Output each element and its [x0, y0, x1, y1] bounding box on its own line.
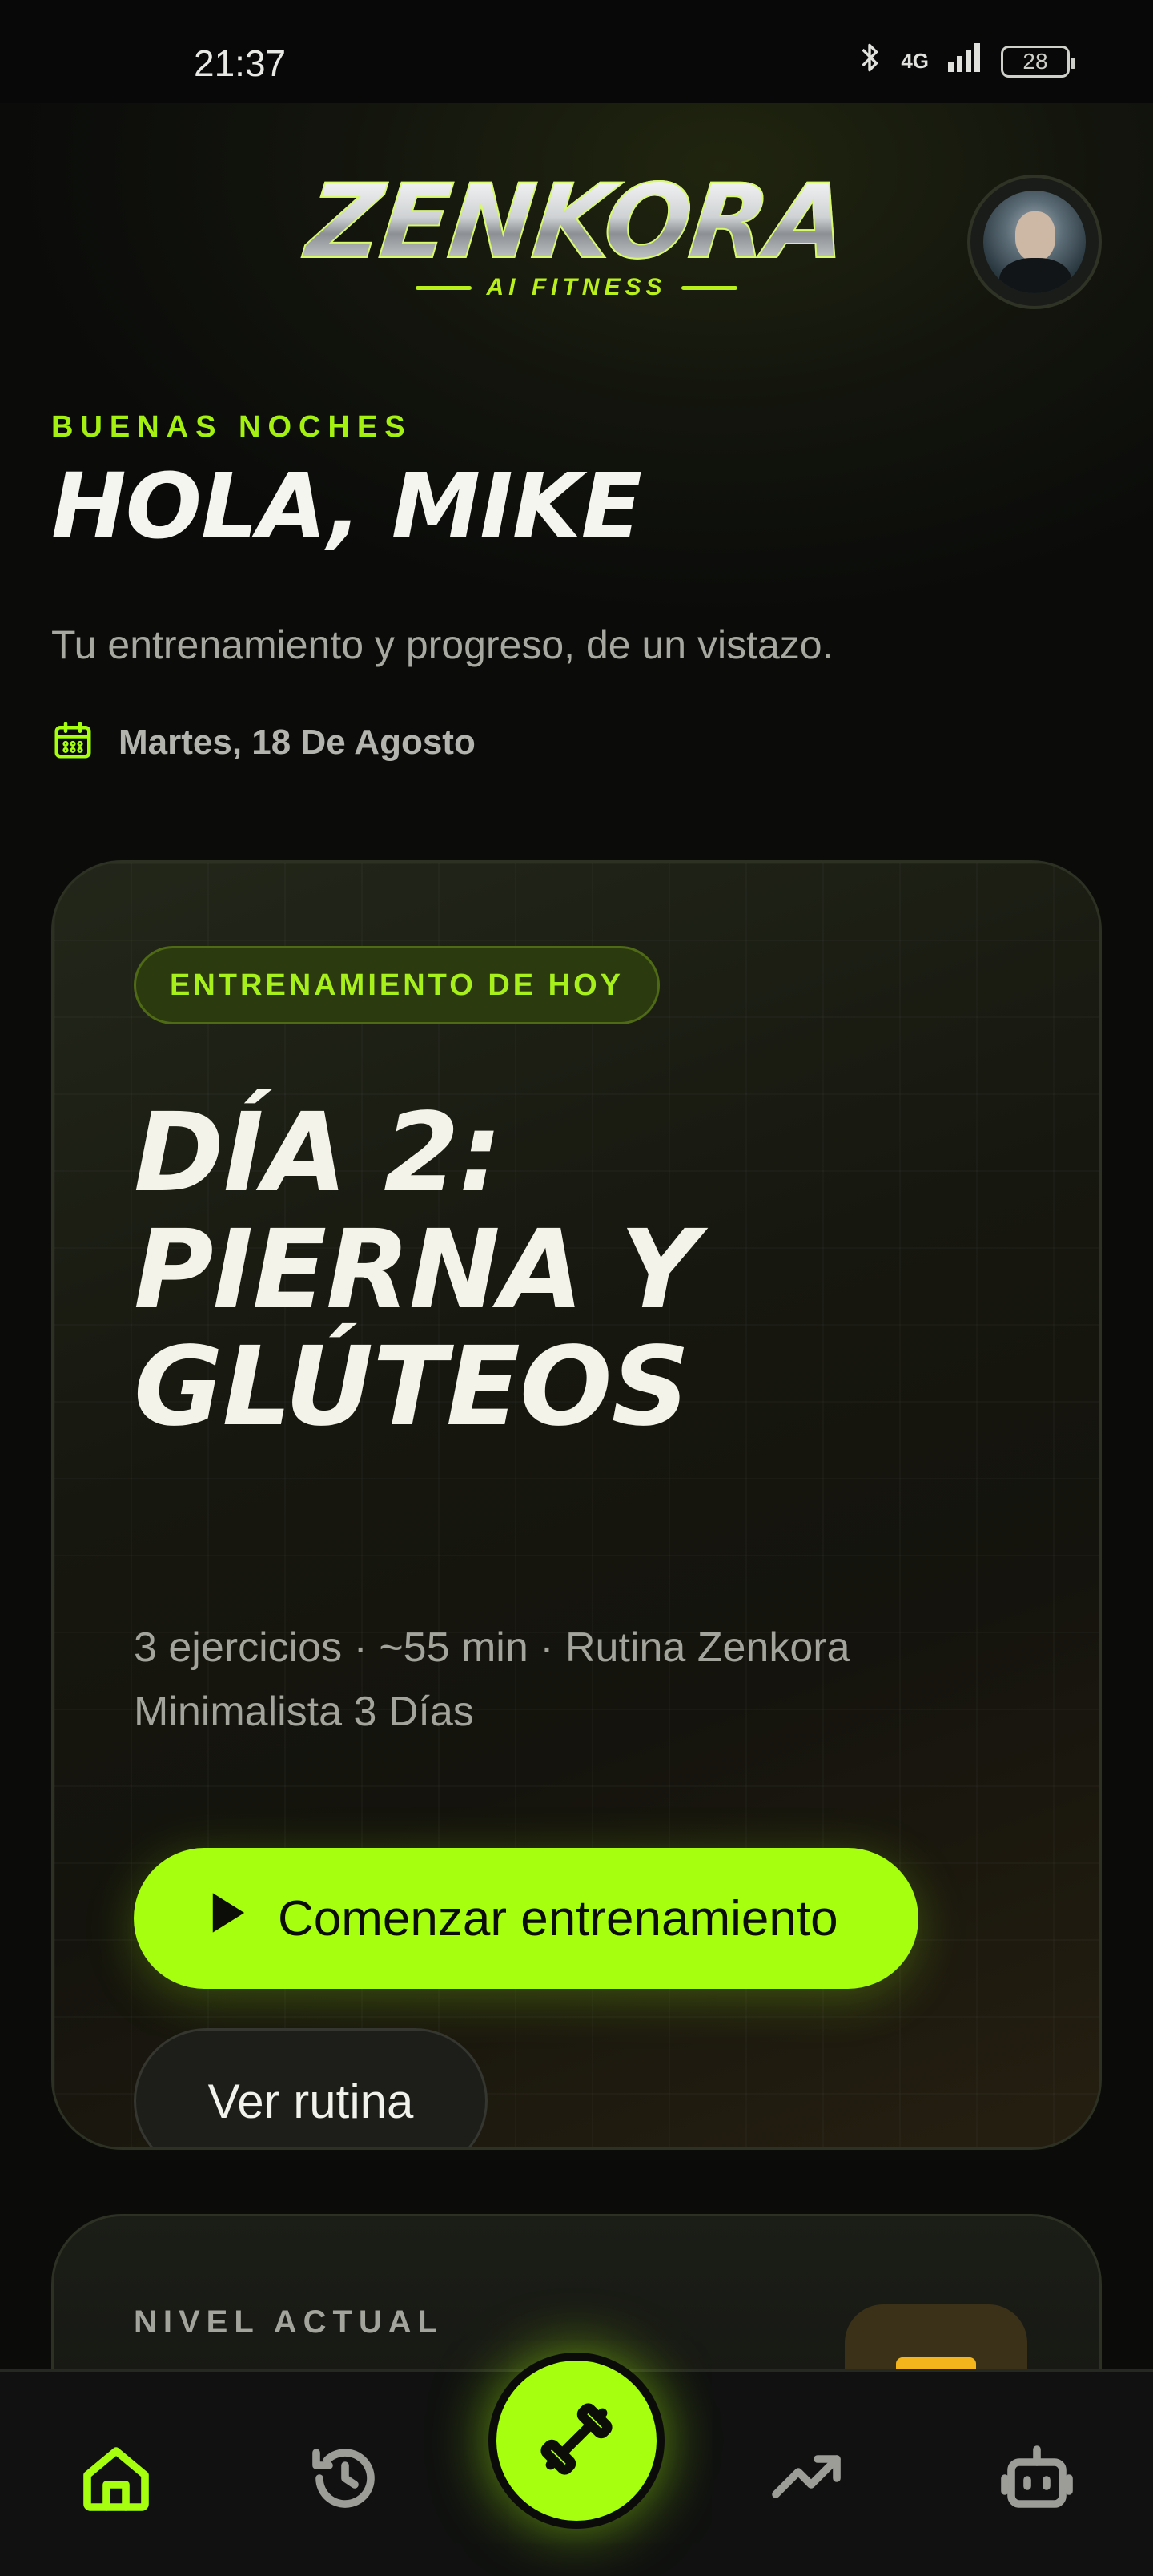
view-routine-button[interactable]: Ver rutina — [134, 2028, 488, 2147]
home-screen: ZENKORA AI FITNESS BUENAS NOCHES HOLA, M… — [0, 103, 1153, 2576]
robot-icon — [998, 2440, 1075, 2521]
nav-progress[interactable] — [764, 2436, 852, 2524]
today-workout-badge: ENTRENAMIENTO DE HOY — [134, 946, 661, 1024]
workout-meta-line: Minimalista 3 Días — [134, 1688, 474, 1735]
greeting-eyebrow: BUENAS NOCHES — [51, 410, 412, 444]
signal-icon — [946, 42, 983, 81]
page-subtitle: Tu entrenamiento y progreso, de un vista… — [51, 622, 834, 667]
status-time: 21:37 — [194, 42, 287, 84]
nav-ai-coach[interactable] — [993, 2436, 1081, 2524]
status-icons: 4G 28 — [856, 42, 1075, 81]
status-bar: 21:37 4G 28 — [0, 0, 1153, 103]
workout-title: DÍA 2: PIERNA Y GLÚTEOS — [134, 1095, 934, 1446]
workout-title-line: GLÚTEOS — [134, 1324, 690, 1451]
nav-workout-button[interactable] — [488, 2353, 665, 2529]
view-routine-label: Ver rutina — [207, 2074, 414, 2128]
nav-history[interactable] — [301, 2436, 389, 2524]
battery-indicator: 28 — [1001, 45, 1075, 78]
bottom-navigation — [0, 2353, 1153, 2576]
bluetooth-icon — [856, 42, 883, 81]
start-workout-button[interactable]: Comenzar entrenamiento — [134, 1848, 918, 1989]
workout-meta-line: 3 ejercicios · ~55 min · Rutina Zenkora — [134, 1624, 850, 1671]
logo-wordmark: ZENKORA — [291, 162, 863, 283]
nav-home[interactable] — [72, 2436, 160, 2524]
tagline-bar-right — [681, 285, 737, 290]
profile-avatar-button[interactable] — [967, 175, 1102, 309]
tagline-bar-left — [416, 285, 472, 290]
play-icon — [203, 1887, 251, 1950]
start-workout-label: Comenzar entrenamiento — [278, 1890, 838, 1946]
avatar — [983, 191, 1086, 293]
current-date: Martes, 18 De Agosto — [51, 718, 476, 767]
trending-up-icon — [769, 2440, 846, 2521]
home-icon — [78, 2440, 155, 2521]
history-icon — [307, 2440, 384, 2521]
date-text: Martes, 18 De Agosto — [119, 722, 476, 762]
calendar-icon — [51, 718, 94, 767]
workout-meta: 3 ejercicios · ~55 min · Rutina Zenkora … — [134, 1616, 966, 1744]
battery-level: 28 — [1022, 48, 1048, 74]
workout-dumbbell-icon — [532, 2395, 621, 2487]
network-label: 4G — [901, 49, 929, 73]
today-workout-card: ENTRENAMIENTO DE HOY DÍA 2: PIERNA Y GLÚ… — [51, 860, 1102, 2150]
app-logo: ZENKORA AI FITNESS — [296, 162, 857, 319]
workout-title-line: PIERNA Y — [134, 1207, 699, 1334]
page-title: HOLA, MIKE — [51, 455, 642, 559]
current-level-label: NIVEL ACTUAL — [134, 2304, 444, 2340]
workout-title-line: DÍA 2: — [134, 1090, 502, 1217]
